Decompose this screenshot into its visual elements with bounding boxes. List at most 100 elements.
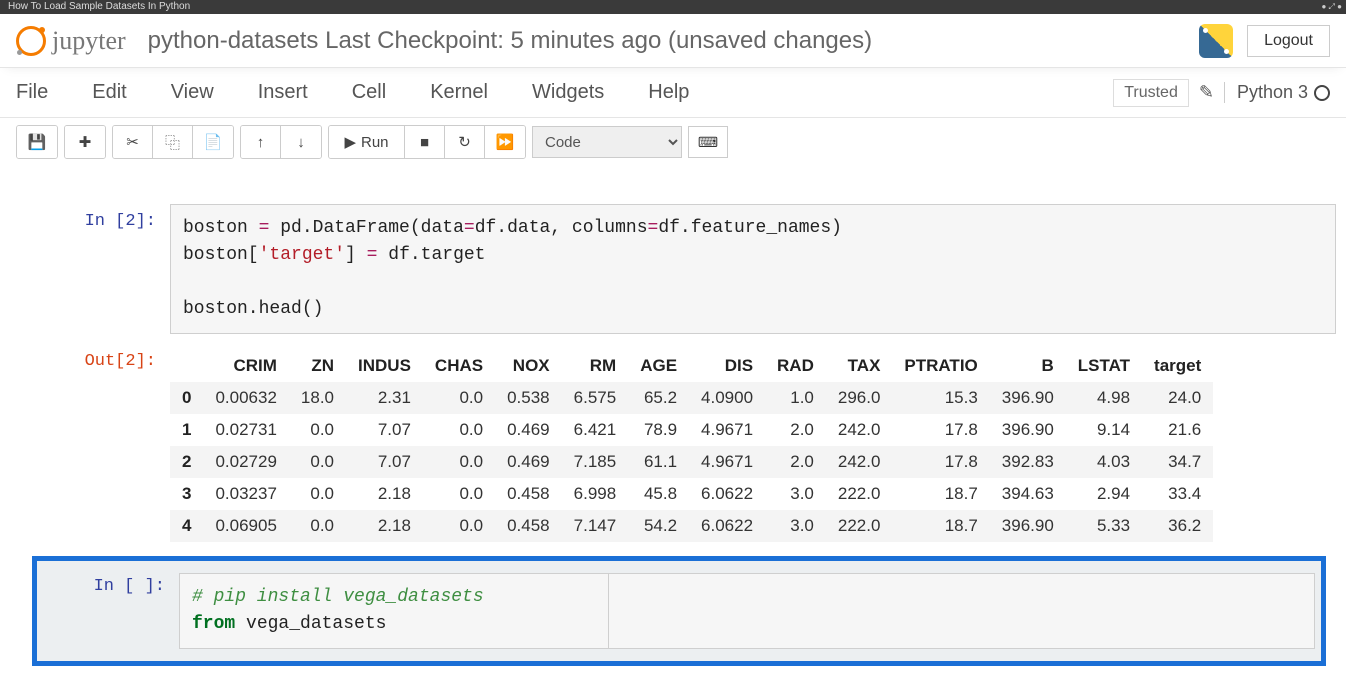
table-cell: 18.7 [892, 478, 989, 510]
notebook-area: In [2]: boston = pd.DataFrame(data=df.da… [0, 166, 1346, 696]
table-header [170, 350, 203, 382]
menu-help[interactable]: Help [648, 81, 689, 104]
table-cell: 0.0 [289, 478, 346, 510]
table-cell: 45.8 [628, 478, 689, 510]
table-cell: 2.0 [765, 446, 826, 478]
table-cell: 396.90 [990, 414, 1066, 446]
code-cell-2[interactable]: In [2]: boston = pd.DataFrame(data=df.da… [10, 204, 1336, 334]
table-header: B [990, 350, 1066, 382]
table-cell: 2.0 [765, 414, 826, 446]
table-cell: 24.0 [1142, 382, 1213, 414]
table-cell: 296.0 [826, 382, 893, 414]
table-cell: 6.998 [562, 478, 629, 510]
table-cell: 21.6 [1142, 414, 1213, 446]
code-cell-selected[interactable]: In [ ]: # pip install vega_datasets from… [32, 556, 1326, 666]
save-button[interactable]: 💾 [17, 126, 57, 158]
add-cell-button[interactable]: ✚ [65, 126, 105, 158]
menu-edit[interactable]: Edit [92, 81, 126, 104]
table-cell: 0.06905 [203, 510, 288, 542]
table-row: 00.0063218.02.310.00.5386.57565.24.09001… [170, 382, 1213, 414]
table-cell: 7.185 [562, 446, 629, 478]
code-input[interactable]: boston = pd.DataFrame(data=df.data, colu… [170, 204, 1336, 334]
stop-button[interactable]: ■ [405, 126, 445, 158]
menu-widgets[interactable]: Widgets [532, 81, 604, 104]
kernel-indicator[interactable]: Python 3 [1224, 82, 1330, 103]
table-cell: 0.458 [495, 478, 562, 510]
table-row: 30.032370.02.180.00.4586.99845.86.06223.… [170, 478, 1213, 510]
table-cell: 78.9 [628, 414, 689, 446]
table-cell: 54.2 [628, 510, 689, 542]
table-header: RM [562, 350, 629, 382]
row-index: 2 [170, 446, 203, 478]
restart-button[interactable]: ↻ [445, 126, 485, 158]
table-cell: 396.90 [990, 510, 1066, 542]
table-cell: 15.3 [892, 382, 989, 414]
table-header: CHAS [423, 350, 495, 382]
run-button[interactable]: ▶ Run [329, 126, 405, 158]
move-down-button[interactable]: ↓ [281, 126, 321, 158]
copy-button[interactable]: ⿻ [153, 126, 193, 158]
table-cell: 5.33 [1066, 510, 1142, 542]
table-header: AGE [628, 350, 689, 382]
table-cell: 0.0 [423, 382, 495, 414]
table-cell: 3.0 [765, 478, 826, 510]
table-cell: 222.0 [826, 510, 893, 542]
table-header: TAX [826, 350, 893, 382]
table-cell: 3.0 [765, 510, 826, 542]
table-cell: 4.03 [1066, 446, 1142, 478]
logout-button[interactable]: Logout [1247, 25, 1330, 57]
table-cell: 0.0 [289, 446, 346, 478]
toolbar: 💾 ✚ ✂ ⿻ 📄 ↑ ↓ ▶ Run ■ ↻ ⏩ Code ⌨ [0, 118, 1346, 166]
in-prompt: In [2]: [10, 204, 170, 334]
table-cell: 33.4 [1142, 478, 1213, 510]
table-cell: 0.00632 [203, 382, 288, 414]
table-cell: 0.0 [289, 414, 346, 446]
table-cell: 2.31 [346, 382, 423, 414]
cell-type-select[interactable]: Code [532, 126, 682, 158]
menu-cell[interactable]: Cell [352, 81, 386, 104]
table-cell: 6.0622 [689, 478, 765, 510]
table-header: INDUS [346, 350, 423, 382]
table-cell: 7.147 [562, 510, 629, 542]
table-cell: 65.2 [628, 382, 689, 414]
table-cell: 36.2 [1142, 510, 1213, 542]
edit-icon[interactable]: ✎ [1199, 82, 1214, 103]
table-header: ZN [289, 350, 346, 382]
table-cell: 0.458 [495, 510, 562, 542]
menu-file[interactable]: File [16, 81, 48, 104]
output-cell-2: Out[2]: CRIMZNINDUSCHASNOXRMAGEDISRADTAX… [10, 344, 1336, 542]
in-prompt-empty: In [ ]: [43, 573, 179, 649]
command-palette-button[interactable]: ⌨ [688, 126, 728, 158]
table-cell: 4.0900 [689, 382, 765, 414]
restart-run-all-button[interactable]: ⏩ [485, 126, 525, 158]
jupyter-logo[interactable]: jupyter [16, 26, 126, 56]
table-cell: 0.469 [495, 446, 562, 478]
table-cell: 392.83 [990, 446, 1066, 478]
table-cell: 0.0 [423, 414, 495, 446]
menu-kernel[interactable]: Kernel [430, 81, 488, 104]
trusted-badge[interactable]: Trusted [1113, 79, 1189, 107]
table-header: LSTAT [1066, 350, 1142, 382]
table-header: target [1142, 350, 1213, 382]
code-input-active[interactable]: # pip install vega_datasets from vega_da… [179, 573, 609, 649]
paste-button[interactable]: 📄 [193, 126, 233, 158]
table-cell: 2.94 [1066, 478, 1142, 510]
table-row: 20.027290.07.070.00.4697.18561.14.96712.… [170, 446, 1213, 478]
table-header: RAD [765, 350, 826, 382]
row-index: 1 [170, 414, 203, 446]
menu-view[interactable]: View [171, 81, 214, 104]
table-cell: 0.0 [423, 478, 495, 510]
table-cell: 4.9671 [689, 414, 765, 446]
notebook-title[interactable]: python-datasets Last Checkpoint: 5 minut… [148, 27, 872, 55]
notebook-header: jupyter python-datasets Last Checkpoint:… [0, 14, 1346, 68]
table-cell: 6.575 [562, 382, 629, 414]
table-cell: 7.07 [346, 446, 423, 478]
move-up-button[interactable]: ↑ [241, 126, 281, 158]
table-cell: 0.0 [423, 446, 495, 478]
table-header: NOX [495, 350, 562, 382]
menu-insert[interactable]: Insert [258, 81, 308, 104]
table-cell: 61.1 [628, 446, 689, 478]
cut-button[interactable]: ✂ [113, 126, 153, 158]
kernel-status-icon [1314, 85, 1330, 101]
table-cell: 0.03237 [203, 478, 288, 510]
